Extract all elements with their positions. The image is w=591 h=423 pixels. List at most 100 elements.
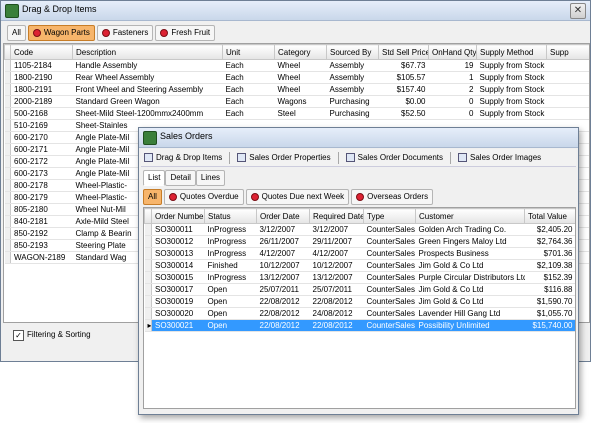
tab-fresh-fruit[interactable]: Fresh Fruit	[155, 25, 216, 41]
table-cell: Wheel	[274, 83, 327, 96]
table-cell: InProgress	[204, 247, 257, 260]
row-selector[interactable]	[144, 295, 152, 308]
table-cell: Wagons	[274, 95, 327, 108]
column-header-description[interactable]: Description	[72, 44, 223, 60]
table-row[interactable]: SO300012 InProgress 26/11/2007 29/11/2007 Co…	[144, 235, 575, 248]
column-header-supp[interactable]: Supp	[546, 44, 589, 60]
table-cell	[546, 71, 589, 84]
filter-all[interactable]: All	[143, 189, 162, 205]
tab-label: Fresh Fruit	[171, 28, 211, 37]
row-selector[interactable]	[144, 247, 152, 260]
toolbar-button-sales-order-images[interactable]: Sales Order Images	[455, 153, 544, 162]
toolbar-button-sales-order-properties[interactable]: Sales Order Properties	[234, 153, 333, 162]
column-header-category[interactable]: Category	[274, 44, 327, 60]
column-header-status[interactable]: Status	[204, 208, 257, 224]
row-selector[interactable]	[144, 283, 152, 296]
column-header-order-date[interactable]: Order Date	[256, 208, 310, 224]
table-row[interactable]: SO300015 InProgress 13/12/2007 13/12/2007 Co…	[144, 271, 575, 284]
column-header-order-number[interactable]: Order Number	[151, 208, 205, 224]
table-cell: Steel	[274, 107, 327, 120]
table-row[interactable]: SO300017 Open 25/07/2011 25/07/2011 CounterS…	[144, 283, 575, 296]
table-row[interactable]: ▸ SO300021 Open 22/08/2012 22/08/2012 Counter…	[144, 319, 575, 332]
column-header-std-sell-price[interactable]: Std Sell Price	[378, 44, 429, 60]
properties-icon	[237, 153, 247, 162]
row-selector[interactable]	[144, 271, 152, 284]
row-selector[interactable]	[144, 259, 152, 272]
row-selector[interactable]	[144, 235, 152, 248]
filter-quotes-overdue[interactable]: Quotes Overdue	[163, 189, 244, 205]
toolbar-button-sales-order-documents[interactable]: Sales Order Documents	[343, 153, 446, 162]
column-header-required-date[interactable]: Required Date	[309, 208, 364, 224]
table-cell: 3/12/2007	[256, 223, 310, 236]
table-cell: $157.40	[378, 83, 429, 96]
table-cell: 1800-2190	[10, 71, 73, 84]
table-row[interactable]: SO300014 Finished 10/12/2007 10/12/2007 Coun…	[144, 259, 575, 272]
table-row[interactable]: 2000-2189 Standard Green Wagon Each Wagons P…	[4, 95, 589, 108]
tab-detail[interactable]: Detail	[165, 170, 196, 186]
row-selector[interactable]	[144, 307, 152, 320]
table-cell: Open	[204, 283, 257, 296]
column-header-total-value[interactable]: Total Value	[524, 208, 575, 224]
table-row[interactable]: 1800-2190 Rear Wheel Assembly Each Wheel Ass…	[4, 71, 589, 84]
app-icon	[143, 131, 157, 145]
table-cell: 25/07/2011	[256, 283, 310, 296]
table-cell: 0	[428, 107, 477, 120]
table-row[interactable]: SO300011 InProgress 3/12/2007 3/12/2007 Coun…	[144, 223, 575, 236]
table-cell: 600-2170	[10, 131, 73, 144]
table-row[interactable]: SO300013 InProgress 4/12/2007 4/12/2007 Coun…	[144, 247, 575, 260]
window-titlebar[interactable]: Drag & Drop Items ✕	[1, 1, 590, 21]
tab-fasteners[interactable]: Fasteners	[96, 25, 154, 41]
sales-titlebar[interactable]: Sales Orders	[139, 128, 578, 148]
toolbar-separator	[229, 151, 231, 164]
table-row[interactable]: 500-2168 Sheet-Mild Steel-1200mmx2400mm Ea…	[4, 107, 589, 120]
images-icon	[458, 153, 467, 162]
table-cell: 805-2180	[10, 203, 73, 216]
table-cell: 1	[428, 71, 477, 84]
filter-overseas-orders[interactable]: Overseas Orders	[351, 189, 434, 205]
table-cell: Jim Gold & Co Ltd	[415, 295, 525, 308]
table-cell: 4/12/2007	[256, 247, 310, 260]
filter-quotes-due-next-week[interactable]: Quotes Due next Week	[245, 189, 350, 205]
column-header-code[interactable]: Code	[10, 44, 73, 60]
toolbar-button-label: Drag & Drop Items	[156, 153, 223, 162]
column-header-onhand-qty[interactable]: OnHand Qty	[428, 44, 477, 60]
table-row[interactable]: 1800-2191 Front Wheel and Steering Assemb…	[4, 83, 589, 96]
table-cell: InProgress	[204, 223, 257, 236]
pin-icon	[160, 29, 169, 37]
filtering-checkbox[interactable]: ✓	[13, 330, 24, 341]
table-cell: Wheel	[274, 71, 327, 84]
tab-list[interactable]: List	[143, 170, 166, 186]
row-selector[interactable]	[144, 223, 152, 236]
toolbar-button-drag-drop-items[interactable]: Drag & Drop Items	[141, 153, 225, 162]
table-cell: SO300013	[151, 247, 205, 260]
table-cell: InProgress	[204, 271, 257, 284]
row-selector[interactable]: ▸	[144, 319, 152, 332]
table-cell: 19	[428, 59, 477, 72]
table-cell: CounterSales	[363, 223, 416, 236]
column-header-type[interactable]: Type	[363, 208, 416, 224]
table-cell: CounterSales	[363, 271, 416, 284]
tab-lines[interactable]: Lines	[195, 170, 226, 186]
filtering-label: Filtering & Sorting	[27, 330, 91, 339]
table-cell: 13/12/2007	[256, 271, 310, 284]
table-cell: 4/12/2007	[309, 247, 364, 260]
close-button[interactable]: ✕	[570, 3, 586, 19]
table-cell: $105.57	[378, 71, 429, 84]
tab-all[interactable]: All	[7, 25, 26, 41]
table-row[interactable]: SO300020 Open 22/08/2012 24/08/2012 CounterS…	[144, 307, 575, 320]
column-header-sourced-by[interactable]: Sourced By	[326, 44, 379, 60]
table-cell: SO300021	[151, 319, 205, 332]
filter-label: Quotes Overdue	[179, 192, 239, 201]
table-cell: Assembly	[326, 83, 379, 96]
category-tabs: All Wagon Parts Fasteners Fresh Fruit	[7, 25, 216, 41]
tab-wagon-parts[interactable]: Wagon Parts	[27, 25, 95, 41]
column-header-customer[interactable]: Customer	[415, 208, 525, 224]
table-cell: Each	[222, 83, 275, 96]
table-cell: 0	[428, 95, 477, 108]
table-row[interactable]: SO300019 Open 22/08/2012 22/08/2012 CounterS…	[144, 295, 575, 308]
table-cell: Rear Wheel Assembly	[72, 71, 223, 84]
table-cell: Each	[222, 95, 275, 108]
table-row[interactable]: 1105-2184 Handle Assembly Each Wheel Assembl…	[4, 59, 589, 72]
column-header-supply-method[interactable]: Supply Method	[476, 44, 547, 60]
column-header-unit[interactable]: Unit	[222, 44, 275, 60]
